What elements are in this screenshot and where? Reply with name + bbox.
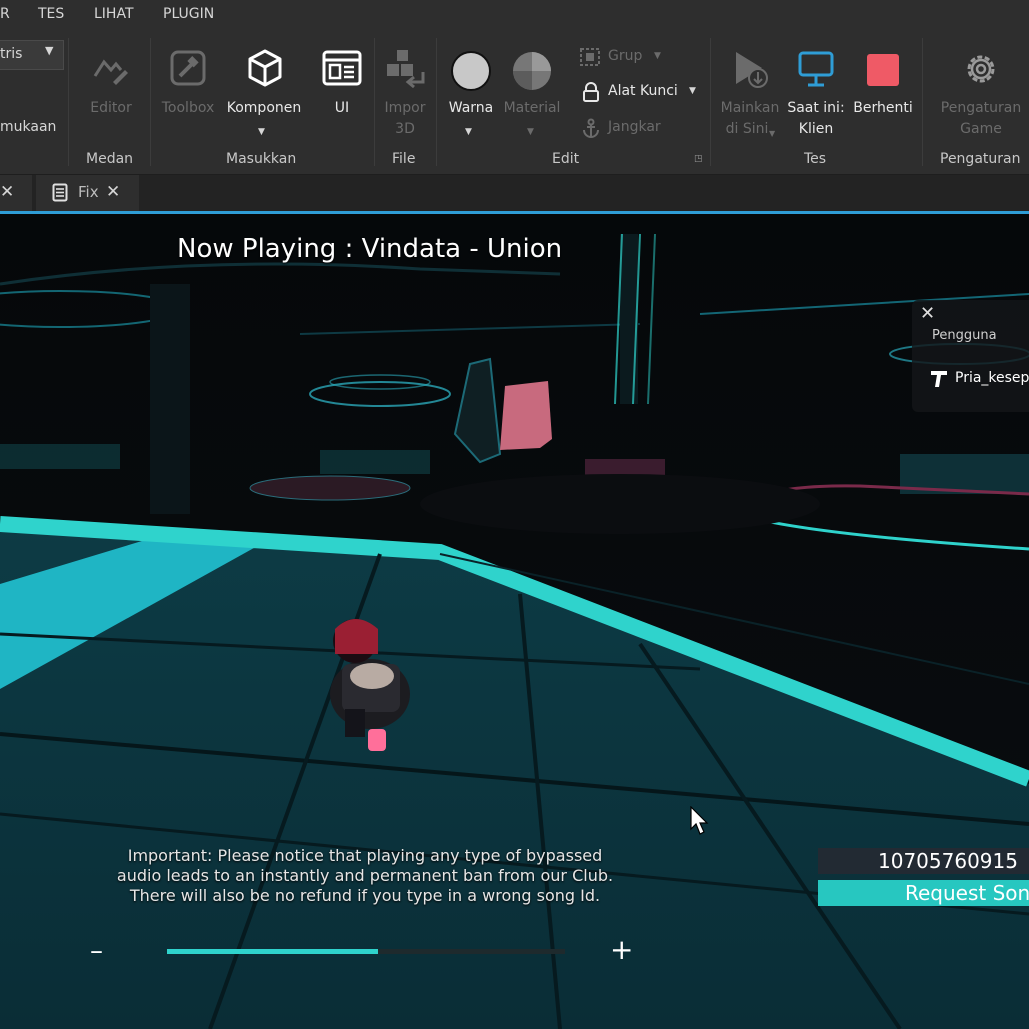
saat-ini-label-line1: Saat ini: xyxy=(787,100,845,116)
transform-mode-dropdown[interactable]: tris ▼ xyxy=(0,40,64,70)
request-song-label: Request Song xyxy=(905,881,1029,905)
group-label-file: File xyxy=(392,151,416,167)
ban-notice: Important: Please notice that playing an… xyxy=(60,846,670,906)
group-label-masukkan: Masukkan xyxy=(226,151,297,167)
anchor-icon xyxy=(583,118,599,138)
pengaturan-game-label-line1: Pengaturan xyxy=(940,100,1022,116)
gear-icon xyxy=(967,55,995,83)
group-label-edit: Edit xyxy=(552,151,580,167)
notice-line: There will also be no refund if you type… xyxy=(129,886,601,905)
song-id-input[interactable]: 10705760915 xyxy=(818,848,1029,874)
now-playing-label: Now Playing : Vindata - Union xyxy=(177,234,563,264)
tab-partial[interactable]: ✕ xyxy=(0,175,32,211)
lock-icon xyxy=(583,82,599,102)
volume-down-button[interactable]: – xyxy=(90,936,103,966)
import-3d-icon xyxy=(387,50,425,88)
ribbon-separator xyxy=(710,38,711,166)
volume-slider-fill xyxy=(167,949,378,954)
volume-slider[interactable] xyxy=(167,949,565,954)
ribbon-separator xyxy=(374,38,375,166)
menu-item-plugin[interactable]: PLUGIN xyxy=(163,6,214,22)
mainkan-label-line2: di Sini xyxy=(725,121,769,137)
game-scene xyxy=(0,214,1029,1029)
cube-icon xyxy=(248,49,282,87)
ribbon-separator xyxy=(922,38,923,166)
ribbon-separator xyxy=(68,38,69,166)
premium-user-icon xyxy=(931,371,947,387)
volume-up-button[interactable]: + xyxy=(610,933,633,966)
grup-label: Grup xyxy=(608,48,643,64)
menu-bar: R TES LIHAT PLUGIN xyxy=(0,0,1029,30)
request-song-button[interactable]: Request Song xyxy=(818,880,1029,906)
impor-3d-label-line1: Impor xyxy=(384,100,426,116)
notice-line: Important: Please notice that playing an… xyxy=(127,846,603,865)
chevron-down-icon: ▼ xyxy=(527,127,534,137)
group-label-tes: Tes xyxy=(804,151,827,167)
player-list-panel: ✕ Pengguna Pria_kesep xyxy=(912,300,1029,412)
editor-label: Editor xyxy=(90,100,132,116)
menu-item-lihat[interactable]: LIHAT xyxy=(94,6,134,22)
close-icon[interactable]: ✕ xyxy=(920,303,935,324)
group-label-pengaturan: Pengaturan xyxy=(940,151,1021,167)
impor-3d-label-line2: 3D xyxy=(395,121,415,137)
ui-label: UI xyxy=(334,100,350,116)
chevron-down-icon: ▼ xyxy=(654,51,661,61)
alat-kunci-button[interactable]: Alat Kunci ▼ xyxy=(578,81,703,103)
berhenti-label: Berhenti xyxy=(853,100,913,116)
material-sphere-icon xyxy=(513,52,551,90)
stop-icon xyxy=(867,54,899,86)
menu-item-partial[interactable]: R xyxy=(0,6,10,22)
toolbox-icon xyxy=(170,50,206,86)
mouse-cursor-icon xyxy=(690,806,709,835)
pengaturan-game-label-line2: Game xyxy=(960,121,1002,137)
toolbox-label: Toolbox xyxy=(161,100,215,116)
ribbon-toolbar: tris ▼ mukaan Editor Toolbox Komponen ▼ xyxy=(0,30,1029,175)
grup-button[interactable]: Grup ▼ xyxy=(578,46,668,68)
mainkan-label-line1: Mainkan xyxy=(720,100,780,116)
player-name[interactable]: Pria_kesep xyxy=(955,370,1029,386)
edit-dialog-launcher-icon[interactable]: ◳ xyxy=(694,154,703,164)
tab-fix-label: Fix xyxy=(78,183,99,201)
color-swatch-icon xyxy=(451,51,491,91)
chevron-down-icon: ▼ xyxy=(689,86,696,96)
warna-label: Warna xyxy=(448,100,494,116)
ui-window-icon xyxy=(322,50,362,86)
saat-ini-label-line2: Klien xyxy=(798,121,834,137)
script-document-icon xyxy=(52,183,68,202)
komponen-label: Komponen xyxy=(226,100,302,116)
ribbon-separator xyxy=(436,38,437,166)
close-icon[interactable]: ✕ xyxy=(0,182,14,202)
song-id-value: 10705760915 xyxy=(878,849,1018,873)
transform-mode-label: tris xyxy=(0,46,23,62)
alat-kunci-label: Alat Kunci xyxy=(608,83,678,99)
jangkar-button[interactable]: Jangkar xyxy=(578,117,668,139)
chevron-down-icon: ▼ xyxy=(769,129,776,138)
chevron-down-icon: ▼ xyxy=(465,127,472,137)
surface-label-partial[interactable]: mukaan xyxy=(0,119,56,135)
material-label: Material xyxy=(503,100,561,116)
chevron-down-icon: ▼ xyxy=(45,44,54,57)
tab-fix[interactable]: Fix ✕ xyxy=(36,175,139,211)
notice-line: audio leads to an instantly and permanen… xyxy=(116,866,614,885)
player-list-title: Pengguna xyxy=(932,328,997,343)
ribbon-separator xyxy=(150,38,151,166)
close-icon[interactable]: ✕ xyxy=(106,182,120,202)
client-monitor-icon xyxy=(798,51,834,87)
menu-item-tes[interactable]: TES xyxy=(38,6,64,22)
group-icon xyxy=(580,48,600,66)
play-here-icon xyxy=(736,52,768,88)
chevron-down-icon: ▼ xyxy=(258,127,265,137)
group-label-medan: Medan xyxy=(86,151,134,167)
document-tab-bar: ✕ Fix ✕ xyxy=(0,175,1029,211)
terrain-editor-icon xyxy=(93,59,128,85)
game-viewport[interactable]: Now Playing : Vindata - Union ✕ Pengguna… xyxy=(0,214,1029,1029)
jangkar-label: Jangkar xyxy=(608,119,661,135)
